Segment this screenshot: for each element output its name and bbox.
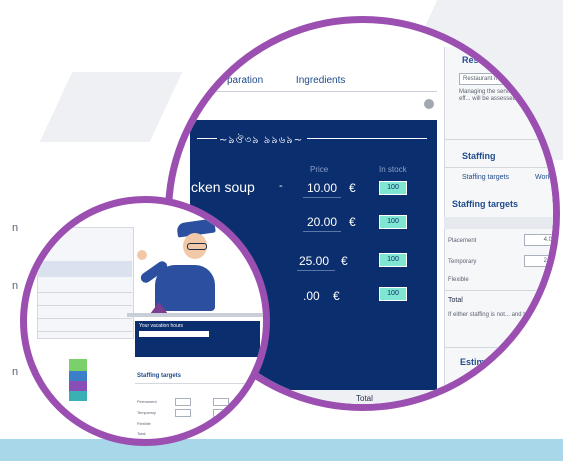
tab-work[interactable]: Work <box>535 174 551 181</box>
glasses-icon <box>187 243 207 250</box>
bottom-band <box>0 439 563 461</box>
table-header-band <box>444 217 553 229</box>
decorative-slash-left <box>39 72 183 142</box>
tab-preparation[interactable]: paration <box>227 75 263 86</box>
mini-table-head-band <box>37 261 132 277</box>
price-underline <box>303 231 341 232</box>
vacation-input[interactable] <box>139 331 209 337</box>
partial-letter: n <box>12 366 19 378</box>
chart-bar-segment <box>69 371 87 381</box>
tab-bar: paration Ingredients <box>227 75 375 86</box>
chart-bar-segment <box>69 381 87 391</box>
estimate-heading: Estimat <box>460 357 493 367</box>
stock-input[interactable]: 100 <box>379 253 407 267</box>
chart-bar-segment <box>69 391 87 401</box>
mini-row-line <box>37 292 132 293</box>
menu-item-price: 25.00 <box>299 254 330 268</box>
counter-line <box>127 313 263 317</box>
staff-input[interactable] <box>213 398 229 406</box>
staff-input[interactable] <box>175 409 191 417</box>
vacation-panel-title: Your vacation hours <box>139 323 184 329</box>
staff-row-label: Temporary <box>137 410 156 415</box>
mini-staffing-table <box>37 227 134 339</box>
menu-item-dash: - <box>279 180 283 192</box>
menu-ornament: ~ঌঔ৩৯ ৯৯৬৯~ <box>219 135 304 146</box>
currency-symbol: € <box>349 215 356 229</box>
tab-staffing-targets[interactable]: Staffing targets <box>462 174 509 181</box>
staff-input[interactable]: 2.0 <box>524 255 553 267</box>
stock-input[interactable]: 100 <box>379 181 407 195</box>
menu-item-name: cken soup <box>191 179 255 195</box>
partial-letter: n <box>12 280 19 292</box>
staff-row-label: Permanent <box>137 399 157 404</box>
panel-description: Managing the servi... tiffles to improve… <box>459 89 560 102</box>
mini-row-line <box>37 305 132 306</box>
price-underline <box>297 270 335 271</box>
ornament-line-left <box>197 138 217 139</box>
ornament-line-right <box>307 138 427 139</box>
stock-column-header: In stock <box>379 165 407 174</box>
staff-value: 1 <box>547 277 551 283</box>
total-description: If either staffing is not... and tables. <box>448 312 541 318</box>
tab-divider <box>197 91 437 92</box>
partial-letter: n <box>12 222 19 234</box>
restaurant-name-field[interactable]: Restaurant n <box>459 73 553 85</box>
zoomed-waiter-screen: Staffing Your vacation hours Staffing ta… <box>20 196 270 446</box>
currency-symbol: € <box>333 289 340 303</box>
stock-input[interactable]: 100 <box>379 287 407 301</box>
menu-item-price: 20.00 <box>307 215 338 229</box>
currency-symbol: € <box>341 254 348 268</box>
staffing-targets-title: Staffing targets <box>137 373 182 379</box>
panel-heading: Res <box>462 55 479 65</box>
menu-item-price: 10.00 <box>307 181 338 195</box>
info-icon[interactable] <box>424 99 434 109</box>
staff-row-label: Temporary <box>448 259 477 265</box>
divider <box>444 167 553 168</box>
staff-input[interactable] <box>175 398 191 406</box>
total-label: Total <box>356 394 373 403</box>
tab-ingredients[interactable]: Ingredients <box>296 75 345 86</box>
staff-row-label: Flexible <box>448 277 469 283</box>
mini-row-line <box>37 331 132 332</box>
stock-input[interactable]: 100 <box>379 215 407 229</box>
menu-item-price: .00 <box>303 289 320 303</box>
divider <box>444 290 553 291</box>
staffing-heading: Staffing <box>462 151 496 161</box>
staffing-targets-title: Staffing targets <box>452 199 519 209</box>
mini-row-line <box>37 318 132 319</box>
currency-symbol: € <box>349 181 356 195</box>
staff-input[interactable] <box>213 409 229 417</box>
staff-input[interactable]: 4.0 <box>524 234 553 246</box>
price-column-header: Price <box>310 165 329 174</box>
chart-bar-segment <box>69 359 87 371</box>
price-underline <box>303 197 341 198</box>
divider <box>444 139 553 140</box>
divider <box>444 347 553 348</box>
staff-row-label: Placement <box>448 238 477 244</box>
waiter-hand-icon <box>137 250 147 260</box>
staff-row-label: Total <box>137 431 146 436</box>
total-row-label: Total <box>448 297 463 304</box>
divider <box>135 383 263 384</box>
staff-row-label: Flexible <box>137 421 151 426</box>
